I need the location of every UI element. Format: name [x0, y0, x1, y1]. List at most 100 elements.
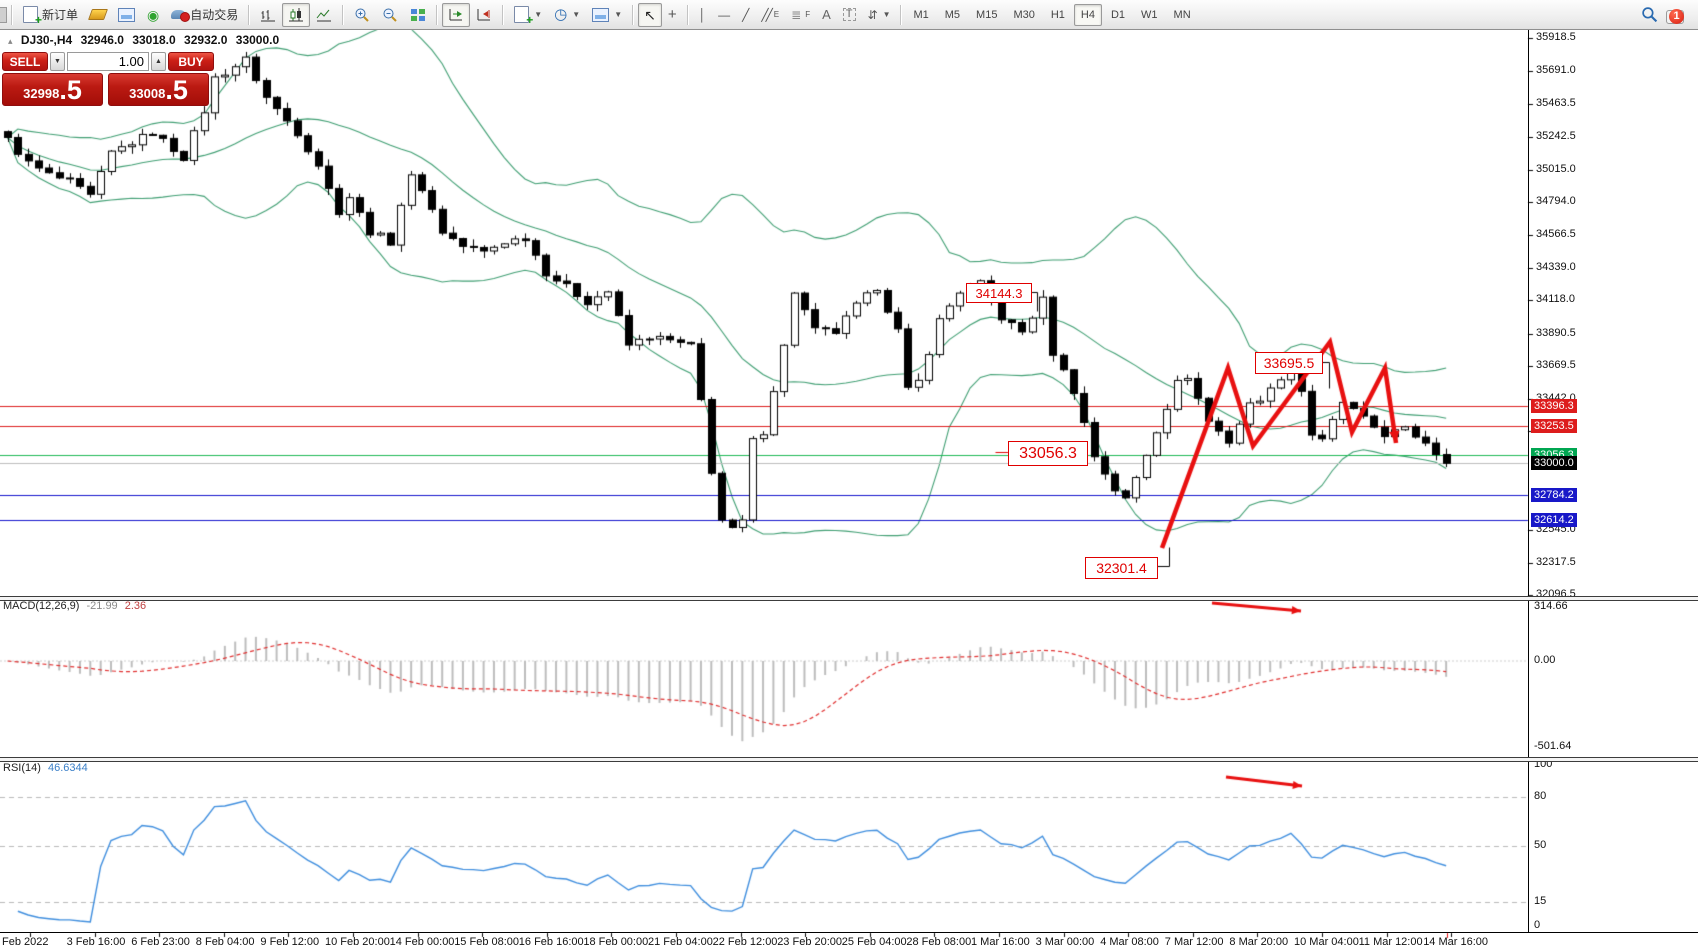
bar-chart-button[interactable] [254, 3, 282, 27]
channel-button[interactable]: ╱╱E [755, 3, 785, 27]
volume-input[interactable] [67, 52, 149, 71]
rsi-label: RSI(14) 46.6344 [3, 762, 88, 774]
price-tick-label: 35918.5 [1536, 31, 1576, 43]
trendline-button[interactable]: ╱ [736, 3, 755, 27]
price-tick-label: 35463.5 [1536, 97, 1576, 109]
timeframe-button-D1[interactable]: D1 [1104, 4, 1132, 26]
chevron-down-icon: ▼ [883, 10, 891, 19]
signal-icon: ◉ [147, 8, 159, 22]
timeframe-button-H4[interactable]: H4 [1074, 4, 1102, 26]
cursor-button[interactable]: ↖ [638, 3, 662, 27]
fibonacci-button[interactable]: ≣F [785, 3, 816, 27]
vertical-line-icon: │ [699, 9, 707, 21]
price-tick-label: 32317.5 [1536, 556, 1576, 568]
eraser-icon [88, 9, 108, 20]
sell-price-main: 32998 [23, 84, 59, 104]
buy-price-frac: .5 [165, 77, 188, 104]
timeline-label: 14 Mar 16:00 [1423, 936, 1488, 948]
timeline-label: 9 Feb 12:00 [260, 936, 319, 948]
timeframe-button-W1[interactable]: W1 [1134, 4, 1165, 26]
crosshair-button[interactable]: + [662, 3, 683, 27]
timeframe-button-MN[interactable]: MN [1167, 4, 1198, 26]
new-order-button[interactable]: 新订单 [17, 3, 84, 27]
timeframe-button-H1[interactable]: H1 [1044, 4, 1072, 26]
macd-panel-splitter[interactable] [0, 596, 1698, 601]
price-badge-33000.0: 33000.0 [1531, 456, 1577, 470]
sell-button[interactable]: SELL [2, 52, 48, 71]
rsi-panel-splitter[interactable] [0, 757, 1698, 762]
volume-increase-button[interactable]: ▲ [151, 52, 166, 71]
timeline-label: 1 Mar 16:00 [971, 936, 1030, 948]
price-tick-label: 34794.0 [1536, 195, 1576, 207]
toolbar-separator [11, 5, 13, 25]
horizontal-line-button[interactable]: — [712, 3, 736, 27]
annotation-label[interactable]: 34144.3 [966, 283, 1032, 303]
vertical-line-button[interactable]: │ [693, 3, 713, 27]
autoscroll-button[interactable] [442, 3, 470, 27]
eraser-button[interactable] [84, 3, 112, 27]
ohlc-low: 32932.0 [184, 33, 227, 47]
timeline-label: 22 Feb 12:00 [713, 936, 778, 948]
new-chart-button[interactable]: ▼ [508, 3, 548, 27]
sell-price-panel[interactable]: 32998 .5 [2, 73, 103, 106]
notifications-button[interactable]: 1 [1666, 6, 1688, 24]
arrows-button[interactable]: ⇵▼ [862, 3, 897, 27]
chart-window-button[interactable] [112, 3, 141, 27]
zoom-in-icon [354, 7, 370, 23]
template-button[interactable]: ▼ [586, 3, 628, 27]
autotrade-button[interactable]: 自动交易 [165, 3, 244, 27]
buy-button[interactable]: BUY [168, 52, 214, 71]
channel-icon: ╱╱ [761, 9, 769, 21]
line-chart-button[interactable] [310, 3, 338, 27]
timeframe-button-M30[interactable]: M30 [1006, 4, 1041, 26]
annotation-label[interactable]: 33695.5 [1255, 352, 1323, 374]
price-tick-label: 34339.0 [1536, 261, 1576, 273]
timeline-label: Feb 2022 [2, 936, 48, 948]
toolbar-separator [502, 5, 504, 25]
period-button[interactable]: ◷▼ [548, 3, 586, 27]
tile-windows-button[interactable] [404, 3, 432, 27]
trendline-icon: ╱ [742, 9, 749, 21]
search-icon[interactable] [1641, 6, 1658, 23]
chevron-down-icon: ▼ [534, 10, 542, 19]
text-label-button[interactable]: T [837, 3, 862, 27]
chart-window-icon [118, 8, 135, 22]
rsi-axis-label: 50 [1534, 839, 1546, 851]
volume-decrease-button[interactable]: ▼ [50, 52, 65, 71]
timeline-label: 3 Feb 16:00 [67, 936, 126, 948]
buy-price-panel[interactable]: 33008 .5 [108, 73, 209, 106]
annotation-label[interactable]: 33056.3 [1008, 441, 1088, 466]
candlestick-chart-button[interactable] [282, 3, 310, 27]
timeframe-button-M5[interactable]: M5 [938, 4, 967, 26]
ohlc-close: 33000.0 [236, 33, 279, 47]
text-button[interactable]: A [816, 3, 837, 27]
price-axis-border [1528, 30, 1529, 933]
timeline-label: 11 Mar 12:00 [1359, 936, 1423, 948]
text-icon: A [822, 8, 831, 21]
timeline-label: 4 Mar 08:00 [1100, 936, 1159, 948]
chart-canvas[interactable] [0, 0, 1698, 949]
template-icon [592, 8, 609, 22]
toolbar-separator [342, 5, 344, 25]
timeframe-button-M15[interactable]: M15 [969, 4, 1004, 26]
candlestick-icon [288, 7, 304, 23]
timeline-label: 18 Feb 00:00 [583, 936, 648, 948]
zoom-out-button[interactable] [376, 3, 404, 27]
annotation-label[interactable]: 32301.4 [1085, 557, 1158, 579]
timeframe-button-M1[interactable]: M1 [906, 4, 935, 26]
price-tick-label: 35242.5 [1536, 130, 1576, 142]
zoom-in-button[interactable] [348, 3, 376, 27]
line-chart-icon [316, 7, 332, 23]
chart-shift-button[interactable] [470, 3, 498, 27]
price-tick-label: 34566.5 [1536, 228, 1576, 240]
timeline-label: 10 Mar 04:00 [1294, 936, 1359, 948]
toolbar-separator [436, 5, 438, 25]
macd-label: MACD(12,26,9) -21.99 2.36 [3, 600, 146, 612]
rsi-value: 46.6344 [48, 762, 88, 774]
macd-value-signal: 2.36 [125, 600, 146, 612]
signal-button[interactable]: ◉ [141, 3, 165, 27]
clipped-icon [0, 7, 7, 23]
timeline-label: 7 Mar 12:00 [1165, 936, 1224, 948]
sell-price-frac: .5 [59, 77, 82, 104]
ohlc-high: 33018.0 [132, 33, 175, 47]
